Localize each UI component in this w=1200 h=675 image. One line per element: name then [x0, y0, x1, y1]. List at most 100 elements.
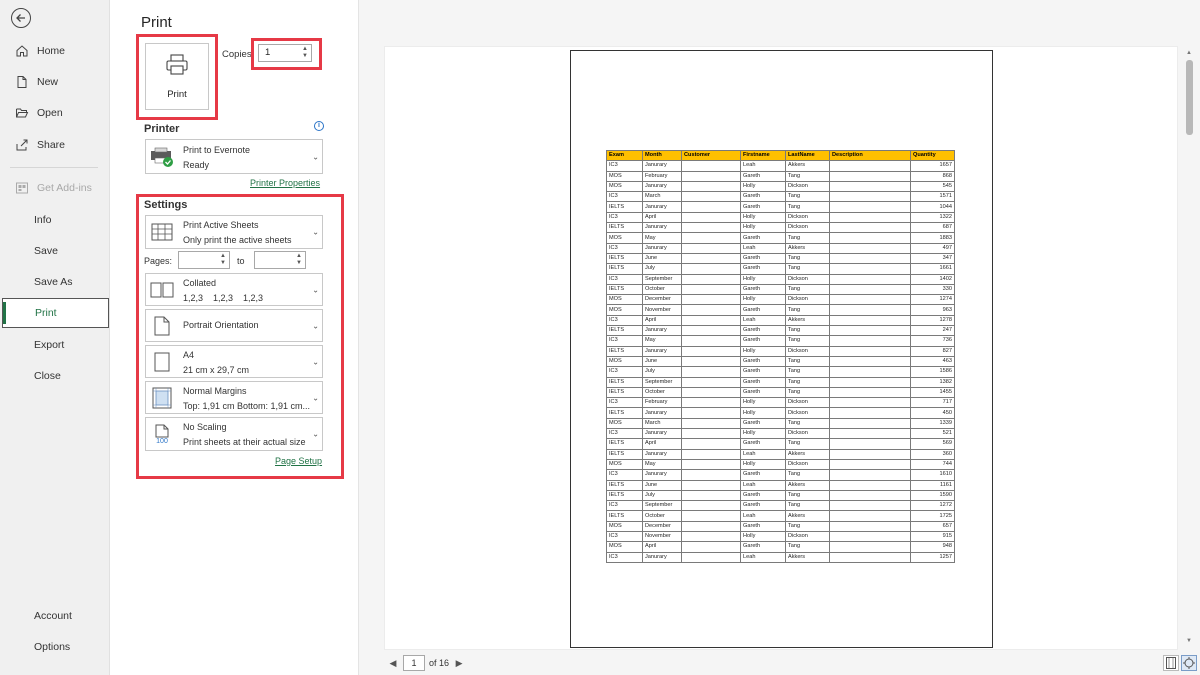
table-cell: IELTS [606, 222, 643, 234]
table-cell [829, 530, 911, 543]
table-row: IC3 November Holly Dickson 915 [606, 530, 955, 543]
table-cell: 1586 [910, 366, 955, 378]
nav-label: Home [37, 45, 66, 57]
table-cell: Akkers [785, 510, 830, 522]
previous-page-icon[interactable]: ◀ [387, 658, 399, 669]
table-cell [829, 541, 911, 553]
table-row: IC3 May Gareth Tang 736 [606, 335, 955, 347]
table-cell [681, 376, 741, 388]
preview-scrollbar[interactable]: ▲ ▼ [1186, 50, 1194, 650]
table-row: IELTS Janurary Gareth Tang 1044 [606, 201, 955, 213]
table-cell: September [642, 376, 682, 388]
nav-item-export[interactable]: Export [0, 330, 110, 360]
table-cell: 736 [910, 335, 955, 347]
table-cell [681, 458, 741, 471]
table-cell: IELTS [606, 407, 643, 419]
current-page-input[interactable]: 1 [403, 655, 425, 671]
show-margins-button[interactable] [1163, 655, 1179, 671]
table-cell: 657 [910, 520, 955, 532]
table-cell [681, 510, 741, 522]
copies-label: Copies: [222, 49, 255, 60]
next-page-icon[interactable]: ▶ [453, 658, 465, 669]
table-cell: IC3 [606, 160, 643, 172]
table-cell [681, 520, 741, 532]
table-cell: Gareth [740, 201, 786, 213]
table-cell: Dickson [785, 397, 830, 409]
table-cell: Leah [740, 448, 786, 460]
table-cell: 687 [910, 222, 955, 234]
nav-item-print[interactable]: Print [2, 298, 109, 328]
table-cell [829, 366, 911, 378]
table-row: IC3 Janurary Leah Akkers 1257 [606, 551, 955, 563]
page-count-label: of 16 [429, 658, 450, 668]
table-cell: 1161 [910, 479, 955, 491]
highlight-box-settings [136, 194, 344, 479]
table-cell [681, 170, 741, 182]
printer-dropdown[interactable]: Print to Evernote Ready ⌄ [145, 139, 323, 174]
table-cell: 450 [910, 407, 955, 419]
table-cell [829, 335, 911, 347]
table-cell [829, 355, 911, 368]
scroll-up-icon[interactable]: ▲ [1186, 50, 1192, 56]
table-row: MOS November Gareth Tang 963 [606, 304, 955, 316]
table-cell: May [642, 232, 682, 244]
printer-properties-link[interactable]: Printer Properties [250, 178, 320, 188]
nav-item-home[interactable]: Home [0, 36, 110, 66]
nav-item-info[interactable]: Info [0, 205, 110, 235]
table-cell: April [642, 211, 682, 224]
column-header: LastName [785, 149, 830, 162]
table-cell: 347 [910, 252, 955, 265]
back-arrow-icon[interactable] [11, 8, 31, 28]
table-cell: Holly [740, 397, 786, 409]
info-icon[interactable]: i [314, 121, 324, 131]
table-cell [829, 263, 911, 275]
table-cell: Janurary [642, 201, 682, 213]
scroll-down-icon[interactable]: ▼ [1186, 638, 1192, 644]
nav-item-close[interactable]: Close [0, 361, 110, 391]
table-cell: 915 [910, 530, 955, 543]
table-cell [829, 407, 911, 419]
table-cell: IC3 [606, 366, 643, 378]
table-cell: Janurary [642, 428, 682, 440]
nav-label: Save [34, 245, 58, 257]
scroll-thumb[interactable] [1186, 60, 1193, 135]
print-settings-panel: Print Print Copies: 1 ▲ ▼ Printer i Print… [110, 0, 358, 675]
table-cell: Holly [740, 530, 786, 543]
nav-item-save-as[interactable]: Save As [0, 267, 110, 297]
table-cell [829, 160, 911, 172]
table-cell: Tang [785, 325, 830, 337]
table-cell: Dickson [785, 458, 830, 471]
table-cell: December [642, 294, 682, 306]
table-row: IC3 February Holly Dickson 717 [606, 397, 955, 409]
nav-item-save[interactable]: Save [0, 236, 110, 266]
table-cell: IELTS [606, 448, 643, 460]
table-cell: 963 [910, 304, 955, 316]
table-cell: 360 [910, 448, 955, 460]
table-cell: Tang [785, 355, 830, 368]
table-row: IC3 September Holly Dickson 1402 [606, 273, 955, 285]
nav-item-options[interactable]: Options [0, 632, 110, 662]
table-cell: Dickson [785, 294, 830, 306]
nav-item-new[interactable]: New [0, 67, 110, 97]
table-cell: Holly [740, 345, 786, 357]
printer-section-title: Printer [144, 123, 180, 135]
table-cell: November [642, 304, 682, 316]
table-cell: IC3 [606, 500, 643, 512]
table-row: IELTS Janurary Leah Akkers 360 [606, 448, 955, 460]
table-cell [829, 520, 911, 532]
table-cell: Gareth [740, 520, 786, 532]
table-cell: Janurary [642, 222, 682, 234]
nav-item-account[interactable]: Account [0, 601, 110, 631]
table-cell: Tang [785, 469, 830, 481]
table-cell: Gareth [740, 366, 786, 378]
table-header-row: Exam Month Customer Firstname LastName Descri… [606, 149, 955, 162]
table-cell: Akkers [785, 314, 830, 327]
table-cell [829, 304, 911, 316]
table-cell: Leah [740, 479, 786, 491]
nav-item-open[interactable]: Open [0, 98, 110, 128]
zoom-to-page-button[interactable] [1181, 655, 1197, 671]
table-cell: Tang [785, 201, 830, 213]
table-cell [681, 160, 741, 172]
table-cell [829, 386, 911, 399]
nav-item-share[interactable]: Share [0, 130, 110, 160]
